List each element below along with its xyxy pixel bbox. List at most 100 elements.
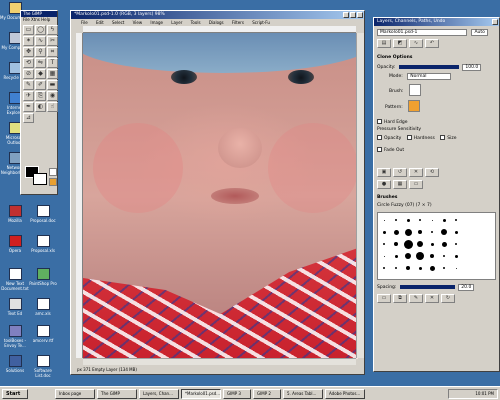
brush-swatch[interactable] xyxy=(414,238,426,250)
restore-options-icon[interactable]: ↺ xyxy=(393,168,407,177)
task-photoshop[interactable]: Adobe Photos... xyxy=(325,389,365,399)
pencil-tool-icon[interactable]: ✎ xyxy=(23,80,34,90)
brush-swatch[interactable] xyxy=(414,226,426,238)
magnify-tool-icon[interactable]: ⚲ xyxy=(35,47,46,57)
brush-swatch[interactable] xyxy=(378,238,390,250)
image-canvas[interactable] xyxy=(83,33,358,359)
menu-select[interactable]: Select xyxy=(112,20,124,25)
hard-edge-checkbox[interactable] xyxy=(377,119,382,124)
menu-view[interactable]: View xyxy=(133,20,143,25)
task-gimp[interactable]: The GIMP xyxy=(97,389,137,399)
close-icon[interactable] xyxy=(357,12,363,18)
desktop-icon-toolboxes[interactable]: toolBoxes - Envoy Te... xyxy=(0,325,30,348)
task-inbox[interactable]: Inbox page xyxy=(55,389,95,399)
bezier-select-tool-icon[interactable]: ∿ xyxy=(35,36,46,46)
brush-swatch[interactable] xyxy=(438,238,450,250)
brush-swatch[interactable] xyxy=(426,262,438,274)
brush-swatch[interactable] xyxy=(450,238,462,250)
delete-brush-icon[interactable]: ✕ xyxy=(425,294,439,303)
brush-swatch[interactable] xyxy=(414,262,426,274)
menu-script-fu[interactable]: Script-Fu xyxy=(252,20,270,25)
opacity-value[interactable]: 100.0 xyxy=(462,64,482,71)
airbrush-tool-icon[interactable]: ✈ xyxy=(23,91,34,101)
brush-swatch[interactable] xyxy=(450,262,462,274)
move-tool-icon[interactable]: ✥ xyxy=(23,47,34,57)
menu-image[interactable]: Image xyxy=(150,20,163,25)
vertical-scrollbar[interactable] xyxy=(356,33,364,358)
new-brush-icon[interactable]: ▭ xyxy=(377,294,391,303)
menu-tools[interactable]: Tools xyxy=(191,20,201,25)
blend-tool-icon[interactable]: ▦ xyxy=(47,69,58,79)
brush-swatch[interactable] xyxy=(378,214,390,226)
spacing-value[interactable]: 20.0 xyxy=(458,284,475,291)
horizontal-ruler[interactable] xyxy=(83,26,356,33)
desktop-icon-proposal-doc[interactable]: Proposal.doc xyxy=(28,205,58,223)
desktop-icon-amcerv[interactable]: amcerv.rtf xyxy=(28,325,58,343)
color-picker-tool-icon[interactable]: ⊘ xyxy=(23,69,34,79)
desktop-icon-opera[interactable]: Opera xyxy=(0,235,30,253)
brush-swatch[interactable] xyxy=(426,238,438,250)
vertical-ruler[interactable] xyxy=(76,33,83,358)
duplicate-brush-icon[interactable]: ⧉ xyxy=(393,294,407,303)
size-checkbox[interactable] xyxy=(440,135,446,140)
brush-swatch[interactable] xyxy=(378,250,390,262)
measure-tool-icon[interactable]: ⊿ xyxy=(23,113,34,123)
scissors-tool-icon[interactable]: ✂ xyxy=(47,36,58,46)
image-select-dropdown[interactable]: Markolo01.psd-1 xyxy=(377,29,467,36)
tab-brushes[interactable]: ● xyxy=(377,180,391,189)
brush-swatch[interactable] xyxy=(390,250,402,262)
brush-swatch[interactable] xyxy=(426,214,438,226)
task-gimp-2[interactable]: GIMP 2 xyxy=(253,389,281,399)
minimize-icon[interactable] xyxy=(343,12,349,18)
flip-tool-icon[interactable]: ⇋ xyxy=(35,58,46,68)
smudge-tool-icon[interactable]: ☝ xyxy=(47,102,58,112)
rect-select-tool-icon[interactable]: ▭ xyxy=(23,25,34,35)
brush-swatch[interactable] xyxy=(390,214,402,226)
brush-swatch[interactable] xyxy=(438,226,450,238)
horizontal-scrollbar[interactable] xyxy=(83,358,356,365)
tab-gradients[interactable]: ▭ xyxy=(409,180,423,189)
brush-swatch[interactable] xyxy=(378,226,390,238)
tab-channels[interactable]: ◩ xyxy=(393,39,407,48)
opacity-checkbox[interactable] xyxy=(377,135,382,140)
brush-swatch[interactable] xyxy=(402,214,414,226)
desktop-icon-paintshop[interactable]: PaintShop Pro xyxy=(28,268,58,286)
brush-swatch[interactable] xyxy=(450,214,462,226)
menu-filters[interactable]: Filters xyxy=(232,20,244,25)
tab-paths[interactable]: ∿ xyxy=(409,39,423,48)
brush-swatch[interactable] xyxy=(390,238,402,250)
task-gimp-3[interactable]: GIMP 3 xyxy=(223,389,251,399)
brush-swatch[interactable] xyxy=(426,250,438,262)
start-button[interactable]: Start xyxy=(2,389,28,399)
fuzzy-select-tool-icon[interactable]: ✶ xyxy=(23,36,34,46)
tab-patterns[interactable]: ▦ xyxy=(393,180,407,189)
desktop-icon-new-text-document[interactable]: New Text Document.txt xyxy=(0,268,30,291)
refresh-brushes-icon[interactable]: ↻ xyxy=(441,294,455,303)
auto-button[interactable]: Auto xyxy=(471,29,488,36)
brush-preview[interactable] xyxy=(49,168,57,176)
clone-tool-icon[interactable]: ⎘ xyxy=(35,91,46,101)
text-tool-icon[interactable]: T xyxy=(47,58,58,68)
save-options-icon[interactable]: ▣ xyxy=(377,168,391,177)
spacing-slider[interactable] xyxy=(399,284,455,289)
hardness-checkbox[interactable] xyxy=(406,135,412,140)
reset-options-icon[interactable]: ⟲ xyxy=(425,168,439,177)
brush-swatch[interactable] xyxy=(450,250,462,262)
brush-swatch[interactable] xyxy=(426,226,438,238)
dodge-burn-tool-icon[interactable]: ◐ xyxy=(35,102,46,112)
brush-swatch[interactable] xyxy=(438,250,450,262)
brush-swatch[interactable] xyxy=(450,226,462,238)
ink-tool-icon[interactable]: ✒ xyxy=(23,102,34,112)
close-icon[interactable] xyxy=(492,19,498,25)
brush-swatch[interactable] xyxy=(402,250,414,262)
menu-edit[interactable]: Edit xyxy=(96,20,104,25)
desktop-icon-amc-xls[interactable]: amc.xls xyxy=(28,298,58,316)
edit-brush-icon[interactable]: ✎ xyxy=(409,294,423,303)
brush-swatch[interactable] xyxy=(402,238,414,250)
brush-button[interactable] xyxy=(408,84,421,96)
fade-out-checkbox[interactable] xyxy=(377,147,382,152)
brush-swatch[interactable] xyxy=(438,214,450,226)
brush-swatch[interactable] xyxy=(438,262,450,274)
ellipse-select-tool-icon[interactable]: ◯ xyxy=(35,25,46,35)
delete-options-icon[interactable]: ✕ xyxy=(409,168,423,177)
